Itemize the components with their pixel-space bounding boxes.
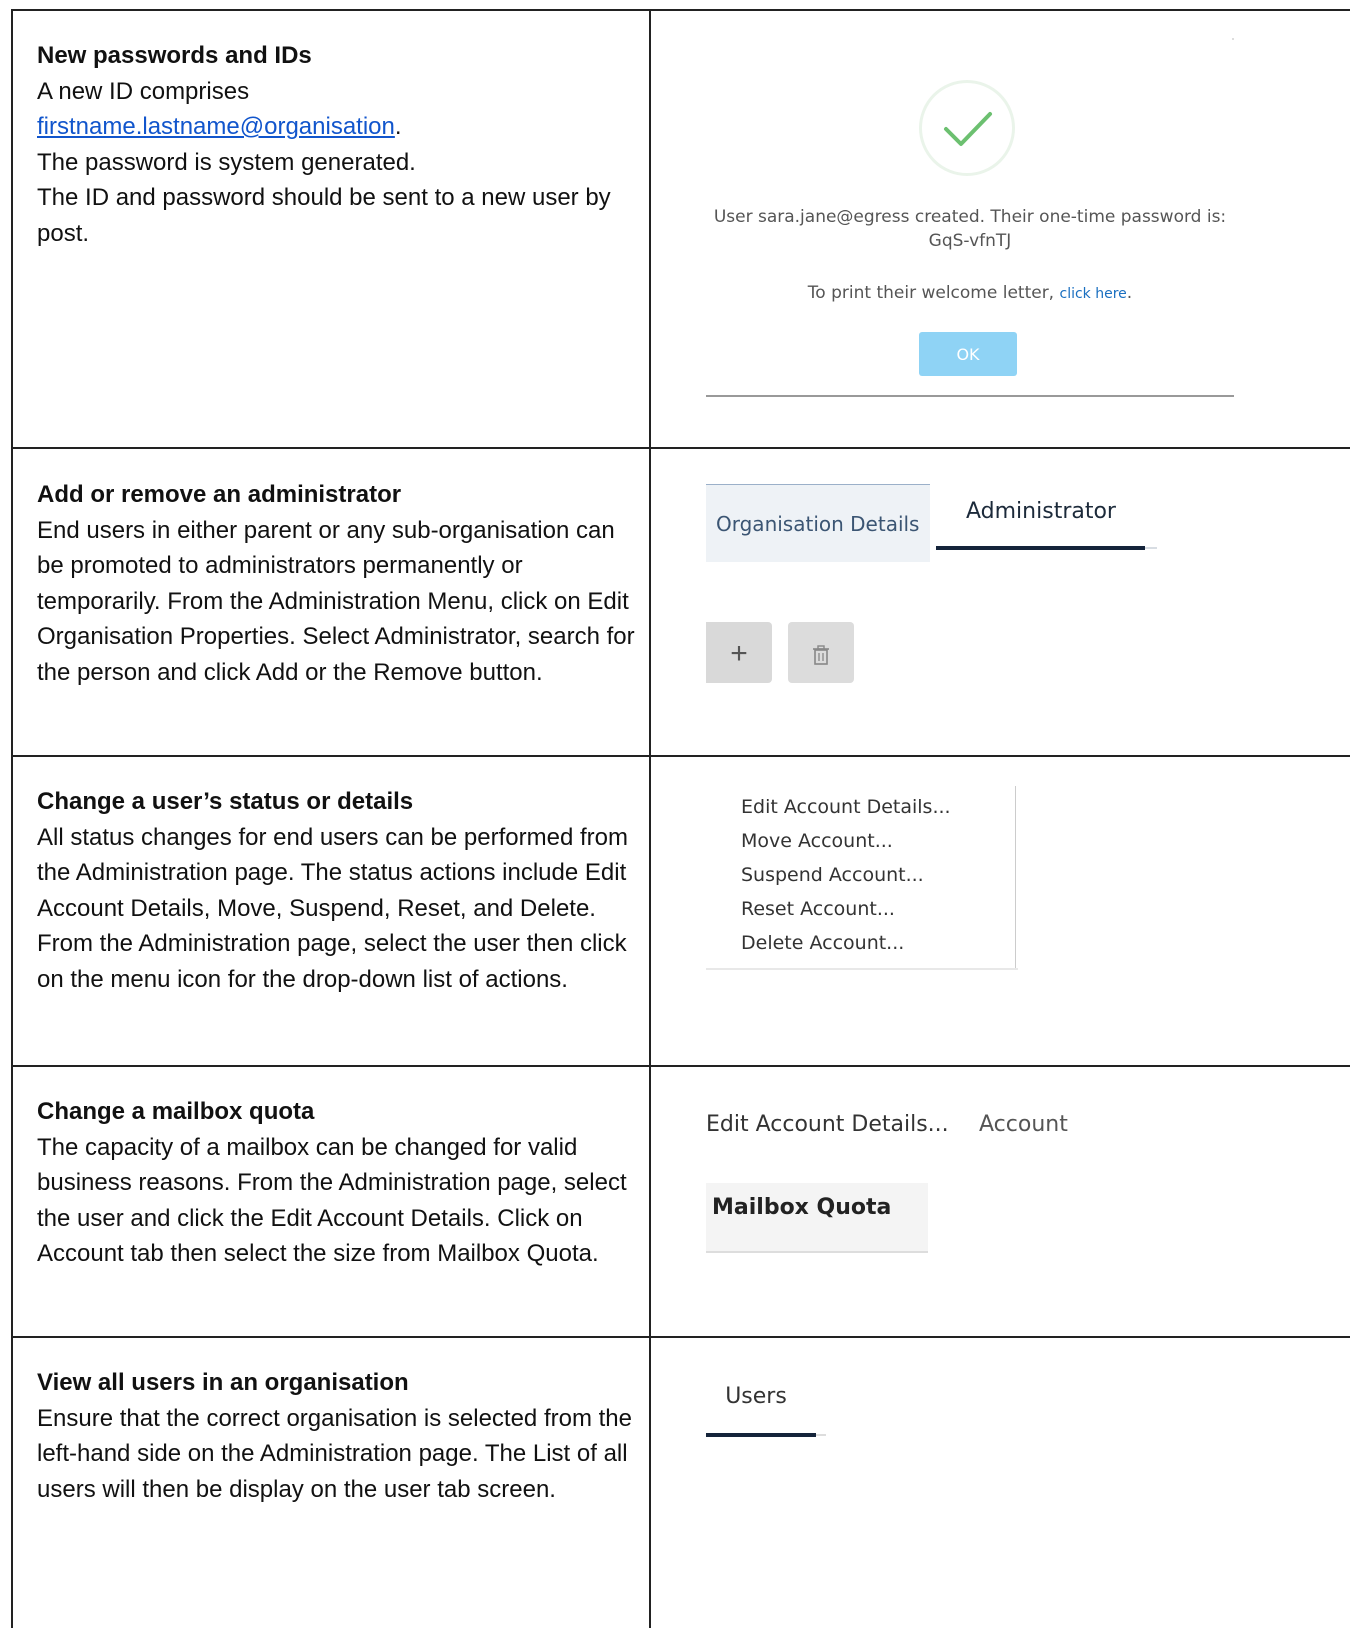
trash-icon (813, 645, 829, 665)
row-border-top (11, 9, 1350, 11)
tab-organisation-details[interactable]: Organisation Details (706, 484, 930, 562)
dialog-bottom-rule (706, 395, 1234, 397)
checkmark-icon (944, 112, 992, 146)
menu-item-edit-account[interactable]: Edit Account Details... (741, 796, 951, 818)
active-tab-indicator (706, 1433, 816, 1437)
section-heading: View all users in an organisation (37, 1369, 409, 1396)
section-heading: New passwords and IDs (37, 42, 312, 69)
menu-item-delete-account[interactable]: Delete Account... (741, 932, 904, 954)
section-heading: Change a mailbox quota (37, 1098, 315, 1125)
id-format-link[interactable]: firstname.lastname@organisation (37, 113, 395, 140)
row-border-1 (11, 447, 1350, 449)
ok-button[interactable]: OK (919, 332, 1017, 376)
row-border-3 (11, 1065, 1350, 1067)
remove-administrator-button[interactable] (788, 622, 854, 683)
active-tab-indicator (936, 546, 1145, 550)
tab-users[interactable]: Users (706, 1384, 806, 1409)
print-letter-message: To print their welcome letter, click her… (807, 283, 1133, 303)
menu-item-reset-account[interactable]: Reset Account... (741, 898, 895, 920)
row-add-remove-admin: Add or remove an administrator End users… (37, 477, 637, 690)
row-border-2 (11, 755, 1350, 757)
menu-item-suspend-account[interactable]: Suspend Account... (741, 864, 924, 886)
section-heading: Change a user’s status or details (37, 788, 414, 815)
row-border-4 (11, 1336, 1350, 1338)
section-body: Ensure that the correct organisation is … (37, 1404, 632, 1503)
plus-icon: + (730, 637, 748, 670)
add-administrator-button[interactable]: + (706, 622, 772, 683)
menu-item-move-account[interactable]: Move Account... (741, 830, 893, 852)
section-body: The capacity of a mailbox can be changed… (37, 1133, 627, 1268)
row-new-passwords: New passwords and IDs A new ID comprises… (37, 38, 637, 251)
row-view-users: View all users in an organisation Ensure… (37, 1365, 637, 1507)
account-actions-menu: Edit Account Details... Move Account... … (706, 786, 1016, 970)
print-letter-link[interactable]: click here (1060, 286, 1127, 302)
table-column-divider (649, 9, 651, 1628)
table-left-border (11, 9, 13, 1628)
mailbox-quota-field[interactable]: Mailbox Quota (706, 1183, 928, 1253)
section-heading: Add or remove an administrator (37, 481, 402, 508)
section-body: All status changes for end users can be … (37, 823, 628, 993)
tab-edit-account-details[interactable]: Edit Account Details... (706, 1112, 949, 1137)
success-circle (919, 80, 1015, 176)
section-body: A new ID comprises firstname.lastname@or… (37, 77, 611, 247)
created-message: User sara.jane@egress created. Their one… (713, 207, 1227, 251)
tab-account[interactable]: Account (979, 1112, 1068, 1137)
tab-administrator[interactable]: Administrator (936, 492, 1146, 532)
row-change-status: Change a user’s status or details All st… (37, 784, 637, 997)
section-body: End users in either parent or any sub-or… (37, 516, 635, 686)
row-mailbox-quota: Change a mailbox quota The capacity of a… (37, 1094, 637, 1272)
